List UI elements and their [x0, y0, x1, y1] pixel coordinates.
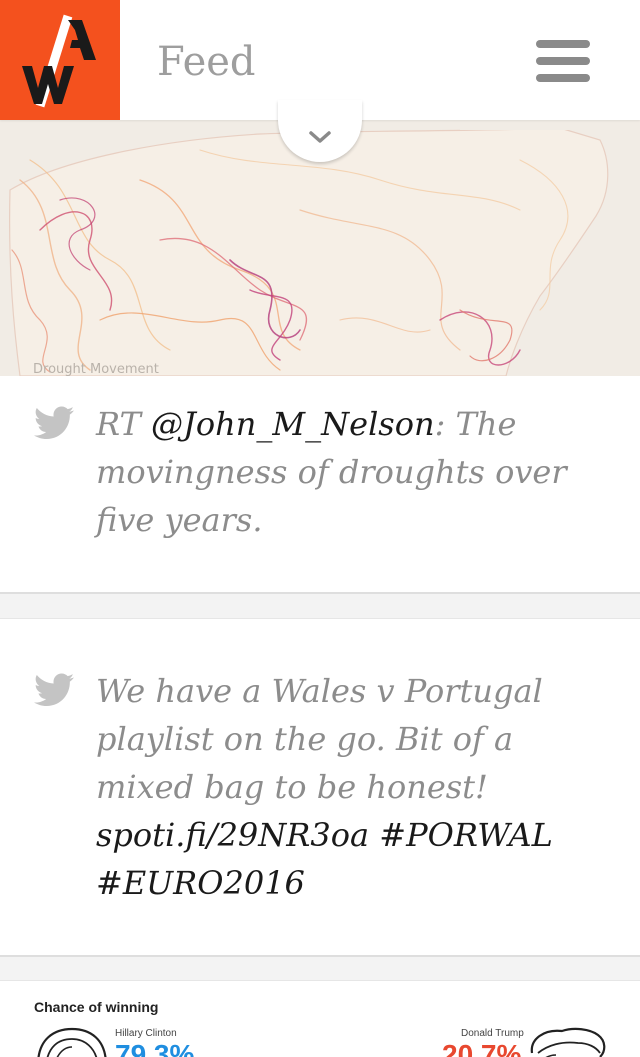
clinton-avatar-icon [37, 1027, 107, 1057]
menu-bar-icon [536, 40, 590, 48]
hamburger-menu-button[interactable] [536, 40, 590, 82]
tweet-card[interactable]: RT @John_M_Nelson: The movingness of dro… [0, 376, 640, 594]
candidate-percent: 20.7% [442, 1039, 522, 1057]
page-title: Feed [157, 39, 256, 85]
brand-logo[interactable] [0, 0, 120, 120]
menu-bar-icon [536, 74, 590, 82]
tweet-text: RT @John_M_Nelson: The movingness of dro… [96, 405, 567, 539]
tweet-text: We have a Wales v Portugal playlist on t… [96, 672, 553, 902]
candidate-percent: 79.3% [115, 1039, 195, 1057]
menu-bar-icon [536, 57, 590, 65]
feed-screen: Feed Drought Movement RT @John_M_Nelson:… [0, 0, 640, 1057]
chart-title: Chance of winning [34, 999, 159, 1015]
chevron-down-icon [309, 131, 331, 143]
tweet-url-link[interactable]: spoti.fi/29NR3oa [96, 816, 369, 854]
hashtag-link[interactable]: #PORWAL [379, 816, 553, 854]
tweet-card[interactable]: We have a Wales v Portugal playlist on t… [0, 618, 640, 957]
tweet-mention-link[interactable]: @John_M_Nelson [151, 405, 435, 443]
twitter-bird-icon [34, 406, 74, 439]
trump-avatar-icon [530, 1027, 606, 1057]
chart-card[interactable]: Chance of winning Hillary Clinton 79.3% … [0, 980, 640, 1057]
candidate-name: Hillary Clinton [115, 1028, 177, 1039]
hashtag-link[interactable]: #EURO2016 [96, 864, 305, 902]
map-caption: Drought Movement [33, 362, 159, 377]
candidate-name: Donald Trump [461, 1028, 524, 1039]
logo-mark-icon [22, 14, 96, 108]
twitter-bird-icon [34, 673, 74, 706]
